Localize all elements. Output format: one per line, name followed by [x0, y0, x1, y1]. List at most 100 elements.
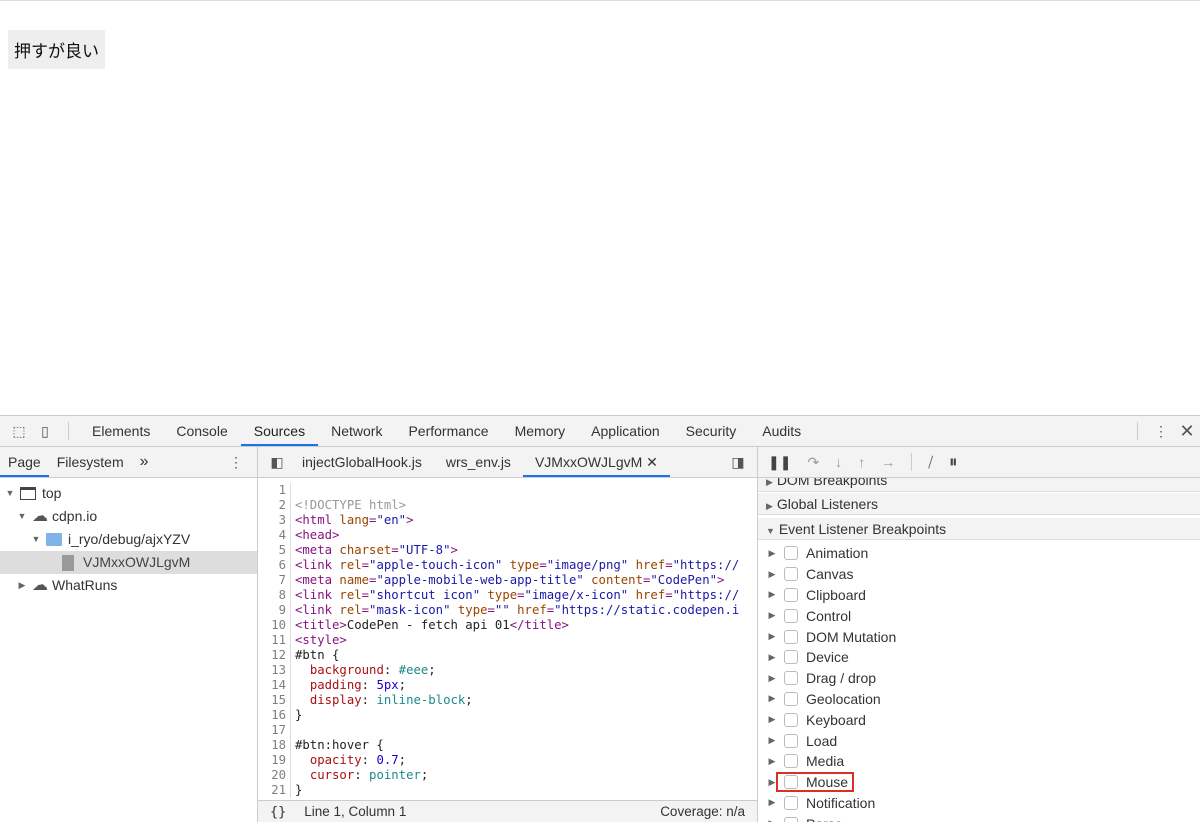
deactivate-breakpoints-icon[interactable]: ⧸ [928, 454, 933, 471]
pause-on-exceptions-icon[interactable]: ⏸ [949, 452, 958, 472]
line-number[interactable]: 12 [258, 648, 291, 663]
line-number[interactable]: 19 [258, 753, 291, 768]
breakpoint-category[interactable]: ▶ Device [758, 647, 1200, 668]
line-number[interactable]: 9 [258, 603, 291, 618]
line-number[interactable]: 21 [258, 783, 291, 798]
checkbox[interactable] [784, 567, 798, 582]
navigator-menu-icon[interactable]: ⋮ [229, 454, 243, 471]
line-number[interactable]: 18 [258, 738, 291, 753]
more-tabs-icon[interactable]: » [132, 447, 157, 477]
tab-sources[interactable]: Sources [240, 416, 319, 446]
editor-tab[interactable]: wrs_env.js [434, 447, 523, 477]
step-out-icon[interactable]: ↑ [858, 454, 865, 470]
checkbox[interactable] [784, 546, 798, 561]
line-number[interactable]: 1 [258, 483, 291, 498]
breakpoint-category[interactable]: ▶ Clipboard [758, 585, 1200, 606]
section-event-listener-breakpoints[interactable]: ▼ Event Listener Breakpoints [758, 518, 1200, 540]
checkbox[interactable] [784, 691, 798, 706]
breakpoint-category[interactable]: ▶ Canvas [758, 564, 1200, 585]
tab-elements[interactable]: Elements [79, 416, 163, 446]
line-number[interactable]: 5 [258, 543, 291, 558]
breakpoint-category[interactable]: ▶ DOM Mutation [758, 626, 1200, 647]
tab-application[interactable]: Application [578, 416, 673, 446]
breakpoint-category[interactable]: ▶ Load [758, 730, 1200, 751]
tab-page[interactable]: Page [0, 447, 49, 477]
line-number[interactable]: 11 [258, 633, 291, 648]
checkbox[interactable] [784, 795, 798, 810]
close-icon[interactable]: ✕ [1174, 416, 1200, 446]
checkbox[interactable] [784, 712, 798, 727]
breakpoint-category[interactable]: ▶ Keyboard [758, 709, 1200, 730]
line-number[interactable]: 4 [258, 528, 291, 543]
inspect-element-icon[interactable]: ⬚ [6, 416, 32, 446]
close-tab-icon[interactable]: ✕ [646, 454, 658, 470]
code-token: = [369, 573, 377, 587]
checkbox[interactable] [784, 733, 798, 748]
step-into-icon[interactable]: ↓ [835, 454, 842, 470]
tree-node-file[interactable]: VJMxxOWJLgvM [0, 551, 257, 574]
checkbox[interactable] [784, 587, 798, 602]
category-label: Control [806, 607, 852, 624]
code-token: : [361, 693, 377, 707]
tree-node-folder[interactable]: ▼ i_ryo/debug/ajxYZV [0, 528, 257, 551]
code-area[interactable]: 1 2 <!DOCTYPE html> 3 <html lang = "en" >4 <head… [258, 483, 757, 798]
tree-node-cdpn[interactable]: ▼ ☁ cdpn.io [0, 505, 257, 528]
line-number[interactable]: 15 [258, 693, 291, 708]
breakpoint-category[interactable]: ▶ Media [758, 751, 1200, 772]
checkbox[interactable] [784, 754, 798, 769]
editor-tab[interactable]: injectGlobalHook.js [290, 447, 434, 477]
line-number[interactable]: 17 [258, 723, 291, 738]
tab-filesystem[interactable]: Filesystem [49, 447, 132, 477]
breakpoint-category[interactable]: ▶ Parse [758, 813, 1200, 822]
line-number[interactable]: 8 [258, 588, 291, 603]
checkbox[interactable] [784, 775, 798, 790]
breakpoint-category[interactable]: ▶ Animation [758, 543, 1200, 564]
breakpoint-category[interactable]: ▶ Geolocation [758, 689, 1200, 710]
checkbox[interactable] [784, 650, 798, 665]
device-toolbar-icon[interactable]: ▯ [32, 416, 58, 446]
breakpoint-category[interactable]: ▶ Notification [758, 793, 1200, 814]
code-line: 14 padding: 5px; [258, 678, 757, 693]
code-token: <link [295, 558, 340, 572]
push-button[interactable]: 押すが良い [8, 30, 105, 69]
line-number[interactable]: 7 [258, 573, 291, 588]
toggle-navigator-icon[interactable]: ◧ [264, 447, 290, 477]
section-dom-breakpoints[interactable]: ▶ DOM Breakpoints [758, 478, 1200, 492]
toggle-debugger-icon[interactable]: ◨ [725, 447, 751, 477]
tab-security[interactable]: Security [673, 416, 750, 446]
checkbox[interactable] [784, 629, 798, 644]
line-number[interactable]: 3 [258, 513, 291, 528]
editor-tab-active[interactable]: VJMxxOWJLgvM ✕ [522, 447, 670, 477]
tree-node-whatruns[interactable]: ▶ ☁ WhatRuns [0, 574, 257, 597]
line-number[interactable]: 14 [258, 678, 291, 693]
line-number[interactable]: 13 [258, 663, 291, 678]
breakpoint-category[interactable]: ▶ Drag / drop [758, 668, 1200, 689]
pause-icon[interactable]: ❚❚ [768, 454, 791, 471]
more-options-icon[interactable]: ⋮ [1148, 416, 1174, 446]
pretty-print-icon[interactable]: {} [270, 804, 286, 820]
line-number[interactable]: 20 [258, 768, 291, 783]
checkbox[interactable] [784, 816, 798, 822]
step-icon[interactable]: → [881, 454, 895, 470]
tab-network[interactable]: Network [318, 416, 395, 446]
tab-memory[interactable]: Memory [502, 416, 579, 446]
tab-console[interactable]: Console [163, 416, 240, 446]
devtools: ⬚ ▯ Elements Console Sources Network Perform… [0, 415, 1200, 822]
tree-node-top[interactable]: ▼ top [0, 482, 257, 505]
code-token: = [487, 603, 495, 617]
breakpoint-category[interactable]: ▶ Control [758, 605, 1200, 626]
debugger-panel: ❚❚ ↷ ↓ ↑ → ⧸ ⏸ ▶ DOM Breakpoints ▶ Globa… [758, 447, 1200, 822]
checkbox[interactable] [784, 608, 798, 623]
code-token: = [665, 558, 673, 572]
section-global-listeners[interactable]: ▶ Global Listeners [758, 493, 1200, 515]
breakpoint-category[interactable]: ▶ Mouse [758, 772, 1200, 793]
checkbox[interactable] [784, 671, 798, 686]
tab-audits[interactable]: Audits [749, 416, 814, 446]
expanded-triangle-icon: ▼ [5, 488, 15, 498]
line-number[interactable]: 10 [258, 618, 291, 633]
line-number[interactable]: 6 [258, 558, 291, 573]
line-number[interactable]: 16 [258, 708, 291, 723]
step-over-icon[interactable]: ↷ [807, 454, 819, 471]
tab-performance[interactable]: Performance [395, 416, 501, 446]
line-number[interactable]: 2 [258, 498, 291, 513]
